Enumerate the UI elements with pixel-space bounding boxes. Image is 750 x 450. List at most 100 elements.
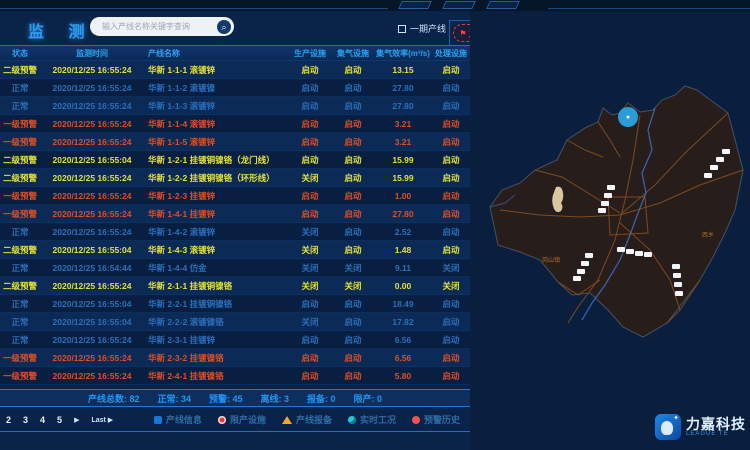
table-row[interactable]: 二级预警2020/12/25 16:55:04华新 1-2-1 挂镀铜镍铬（龙门… [0, 151, 470, 169]
search-box[interactable]: ⌕ [90, 17, 234, 36]
summary-item: 正常: 34 [157, 392, 191, 405]
page-number[interactable]: 2 [6, 415, 11, 425]
cell-status: 正常 [0, 334, 40, 346]
history-button[interactable]: 预警历史 [412, 413, 460, 426]
cell-gas-facility: 启动 [332, 244, 374, 256]
logo-icon [655, 414, 681, 440]
cell-prod-facility: 启动 [288, 136, 332, 148]
cell-time: 2020/12/25 16:55:24 [40, 191, 144, 201]
table-row[interactable]: 二级预警2020/12/25 16:55:04华新 1-4-3 滚镀锌关闭启动1… [0, 241, 470, 259]
toolbar-button-label: 产线信息 [166, 413, 202, 426]
cell-gas-efficiency: 15.99 [374, 173, 432, 183]
cell-gas-efficiency: 3.21 [374, 119, 432, 129]
toolbar-button-label: 限产设施 [230, 413, 266, 426]
table-row[interactable]: 正常2020/12/25 16:54:44华新 1-4-4 仿金关闭关闭9.11… [0, 259, 470, 277]
toolbar-button-label: 预警历史 [424, 413, 460, 426]
cell-time: 2020/12/25 16:55:24 [40, 335, 144, 345]
cell-gas-facility: 启动 [332, 334, 374, 346]
cell-time: 2020/12/25 16:55:24 [40, 353, 144, 363]
cell-prod-facility: 启动 [288, 334, 332, 346]
cell-gas-facility: 启动 [332, 352, 374, 364]
cell-time: 2020/12/25 16:55:04 [40, 245, 144, 255]
page-number[interactable]: 4 [40, 415, 45, 425]
table-row[interactable]: 二级预警2020/12/25 16:55:24华新 2-1-1 挂镀铜镍铬关闭关… [0, 277, 470, 295]
column-header: 集气设施 [332, 48, 374, 59]
header: 监 测 ⌕ 一期产线 ⚑ 二期产线 [0, 11, 470, 45]
top-line-right [548, 8, 750, 9]
cell-gas-facility: 启动 [332, 136, 374, 148]
cell-time: 2020/12/25 16:55:24 [40, 101, 144, 111]
cell-gas-efficiency: 1.00 [374, 191, 432, 201]
cell-status: 一级预警 [0, 190, 40, 202]
table-row[interactable]: 一级预警2020/12/25 16:55:24华新 1-1-4 滚镀锌启动启动3… [0, 115, 470, 133]
table-row[interactable]: 一级预警2020/12/25 16:55:24华新 2-4-1 挂镀镍铬启动启动… [0, 367, 470, 385]
cell-gas-efficiency: 27.80 [374, 83, 432, 93]
table-row[interactable]: 正常2020/12/25 16:55:24华新 1-4-2 滚镀锌关闭启动2.5… [0, 223, 470, 241]
cell-status: 正常 [0, 262, 40, 274]
cell-gas-facility: 启动 [332, 82, 374, 94]
cell-time: 2020/12/25 16:55:04 [40, 317, 144, 327]
table-row[interactable]: 二级预警2020/12/25 16:55:24华新 1-1-1 滚镀锌启动启动1… [0, 61, 470, 79]
cell-time: 2020/12/25 16:55:24 [40, 65, 144, 75]
toolbar-button-label: 产线报备 [296, 413, 332, 426]
cell-prod-facility: 启动 [288, 82, 332, 94]
table-body: 二级预警2020/12/25 16:55:24华新 1-1-1 滚镀锌启动启动1… [0, 61, 470, 385]
phase1-checkbox[interactable]: 一期产线 [398, 22, 446, 35]
page-number[interactable]: 3 [23, 415, 28, 425]
page-number[interactable]: 5 [57, 415, 62, 425]
cell-gas-efficiency: 27.80 [374, 209, 432, 219]
cluster-marker-dot [627, 116, 630, 119]
cell-status: 一级预警 [0, 208, 40, 220]
cell-name: 华新 1-1-4 滚镀锌 [144, 118, 288, 130]
cell-status: 一级预警 [0, 370, 40, 382]
cell-treat-facility: 启动 [432, 226, 470, 238]
column-header: 生产设施 [288, 48, 332, 59]
last-page-button[interactable]: Last ▶ [91, 416, 113, 424]
restrict-button[interactable]: 限产设施 [218, 413, 266, 426]
district-map[interactable]: 西乡 岗山镇 [470, 45, 750, 405]
table-row[interactable]: 一级预警2020/12/25 16:55:24华新 2-3-2 挂镀镍铬启动启动… [0, 349, 470, 367]
bottom-toolbar: 2 3 4 5 ▶ Last ▶ 产线信息 限产设施 产线报备 实时工况 预警历史 [0, 408, 470, 432]
report-button[interactable]: 产线报备 [282, 413, 332, 426]
cell-prod-facility: 启动 [288, 118, 332, 130]
cell-gas-efficiency: 13.15 [374, 65, 432, 75]
cell-name: 华新 1-4-1 挂镀锌 [144, 208, 288, 220]
cell-treat-facility: 启动 [432, 244, 470, 256]
summary-item: 离线: 3 [261, 392, 290, 405]
summary-bar: 产线总数: 82正常: 34预警: 45离线: 3报备: 0限产: 0 [0, 389, 470, 407]
table-row[interactable]: 正常2020/12/25 16:55:24华新 1-1-3 滚镀锌启动启动27.… [0, 97, 470, 115]
cell-prod-facility: 启动 [288, 208, 332, 220]
table-row[interactable]: 正常2020/12/25 16:55:04华新 2-2-1 挂镀铜镍铬启动启动1… [0, 295, 470, 313]
cell-prod-facility: 启动 [288, 352, 332, 364]
table-row[interactable]: 二级预警2020/12/25 16:55:24华新 1-2-2 挂镀铜镍铬（环形… [0, 169, 470, 187]
search-icon[interactable]: ⌕ [217, 20, 231, 34]
map-place-label: 西乡 [702, 232, 714, 239]
table-row[interactable]: 一级预警2020/12/25 16:55:24华新 1-1-5 滚镀锌启动启动3… [0, 133, 470, 151]
cell-time: 2020/12/25 16:55:04 [40, 299, 144, 309]
table-row[interactable]: 一级预警2020/12/25 16:55:24华新 1-2-3 挂镀锌启动启动1… [0, 187, 470, 205]
cell-name: 华新 1-1-5 滚镀锌 [144, 136, 288, 148]
cell-time: 2020/12/25 16:55:24 [40, 371, 144, 381]
search-input[interactable] [100, 21, 217, 32]
cell-status: 二级预警 [0, 154, 40, 166]
table-row[interactable]: 正常2020/12/25 16:55:24华新 1-1-2 滚镀镍启动启动27.… [0, 79, 470, 97]
realtime-button[interactable]: 实时工况 [348, 413, 396, 426]
cell-gas-efficiency: 1.48 [374, 245, 432, 255]
cell-gas-facility: 关闭 [332, 262, 374, 274]
column-header: 产线名称 [144, 48, 288, 59]
next-page-icon[interactable]: ▶ [74, 416, 79, 424]
cell-gas-efficiency: 27.80 [374, 101, 432, 111]
cell-treat-facility: 启动 [432, 82, 470, 94]
checkbox-icon[interactable] [398, 25, 406, 33]
info-button[interactable]: 产线信息 [154, 413, 202, 426]
cell-gas-efficiency: 6.56 [374, 353, 432, 363]
cell-prod-facility: 启动 [288, 370, 332, 382]
cell-status: 正常 [0, 226, 40, 238]
cell-treat-facility: 关闭 [432, 280, 470, 292]
cell-name: 华新 2-2-2 滚镀镍铬 [144, 316, 288, 328]
table-row[interactable]: 一级预警2020/12/25 16:55:24华新 1-4-1 挂镀锌启动启动2… [0, 205, 470, 223]
cell-status: 正常 [0, 298, 40, 310]
table-row[interactable]: 正常2020/12/25 16:55:04华新 2-2-2 滚镀镍铬关闭启动17… [0, 313, 470, 331]
table-row[interactable]: 正常2020/12/25 16:55:24华新 2-3-1 挂镀锌启动启动6.5… [0, 331, 470, 349]
cell-status: 正常 [0, 82, 40, 94]
